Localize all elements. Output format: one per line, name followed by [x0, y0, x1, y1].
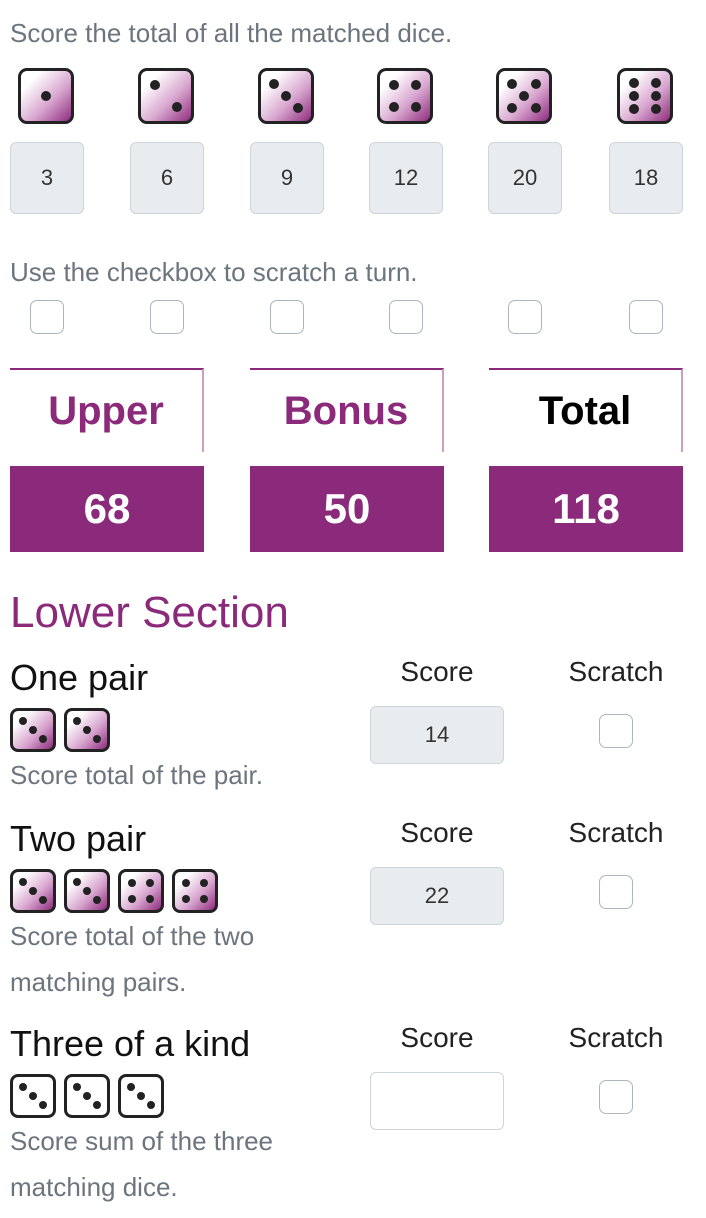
score-column-label: Score [400, 817, 474, 848]
total-bonus-value: 50 [250, 466, 444, 552]
total-total: Total 118 [489, 368, 683, 552]
score-column-label: Score [400, 1022, 474, 1053]
scratch-checkbox-1[interactable] [30, 300, 64, 334]
upper-score-2[interactable]: 6 [130, 142, 204, 214]
total-upper-label: Upper [10, 368, 204, 452]
lower-row-dice [10, 708, 690, 752]
total-total-value: 118 [489, 466, 683, 552]
total-bonus: Bonus 50 [250, 368, 444, 552]
die-3-icon [64, 708, 110, 752]
die-4-icon [172, 869, 218, 913]
upper-score-4[interactable]: 12 [369, 142, 443, 214]
lower-scratch-checkbox[interactable] [599, 714, 633, 748]
upper-score-3[interactable]: 9 [250, 142, 324, 214]
lower-score-input[interactable] [370, 1072, 504, 1130]
lower-score-input[interactable]: 22 [370, 867, 504, 925]
die-3-icon [10, 1074, 56, 1118]
lower-section-title: Lower Section [10, 588, 289, 637]
lower-row-one-pair: One pair Score total of the pair. Score Scr… [10, 656, 690, 798]
scratch-checkbox-3[interactable] [270, 300, 304, 334]
die-3-icon [64, 869, 110, 913]
scratch-column-label: Scratch [568, 656, 664, 687]
die-3-icon [258, 68, 314, 124]
die-4-icon [377, 68, 433, 124]
score-column-label: Score [400, 656, 474, 687]
die-6-icon [617, 68, 673, 124]
lower-row-description: Score total of the pair. [10, 760, 263, 790]
upper-column-3: 9 [250, 68, 324, 214]
lower-row-dice [10, 869, 690, 913]
scratch-checkbox-2[interactable] [150, 300, 184, 334]
die-4-icon [118, 869, 164, 913]
lower-scratch-checkbox[interactable] [599, 1080, 633, 1114]
scratch-checkbox-5[interactable] [508, 300, 542, 334]
lower-row-dice [10, 1074, 690, 1118]
lower-score-input[interactable]: 14 [370, 706, 504, 764]
upper-column-1: 3 [10, 68, 84, 214]
upper-score-1[interactable]: 3 [10, 142, 84, 214]
upper-score-5[interactable]: 20 [488, 142, 562, 214]
upper-column-2: 6 [130, 68, 204, 214]
total-upper: Upper 68 [10, 368, 204, 552]
die-3-icon [118, 1074, 164, 1118]
scratch-column-label: Scratch [568, 817, 664, 848]
total-upper-value: 68 [10, 466, 204, 552]
total-bonus-label: Bonus [250, 368, 444, 452]
scratch-checkbox-4[interactable] [389, 300, 423, 334]
die-3-icon [10, 708, 56, 752]
lower-row-description: Score sum of the three matching dice. [10, 1126, 274, 1202]
lower-scratch-checkbox[interactable] [599, 875, 633, 909]
die-3-icon [10, 869, 56, 913]
upper-score-6[interactable]: 18 [609, 142, 683, 214]
die-5-icon [496, 68, 552, 124]
upper-column-4: 12 [369, 68, 443, 214]
die-2-icon [138, 68, 194, 124]
total-total-label: Total [489, 368, 683, 452]
die-1-icon [18, 68, 74, 124]
lower-row-two-pair: Two pair Score total of the two matching … [10, 817, 690, 1005]
upper-instruction: Score the total of all the matched dice. [10, 18, 453, 48]
scratch-instruction: Use the checkbox to scratch a turn. [10, 257, 418, 287]
lower-row-description: Score total of the two matching pairs. [10, 921, 255, 997]
die-3-icon [64, 1074, 110, 1118]
scratch-checkbox-6[interactable] [629, 300, 663, 334]
upper-column-5: 20 [488, 68, 562, 214]
scratch-column-label: Scratch [568, 1022, 664, 1053]
lower-row-three-of-a-kind: Three of a kind Score sum of the three ma… [10, 1022, 690, 1210]
upper-column-6: 18 [609, 68, 683, 214]
